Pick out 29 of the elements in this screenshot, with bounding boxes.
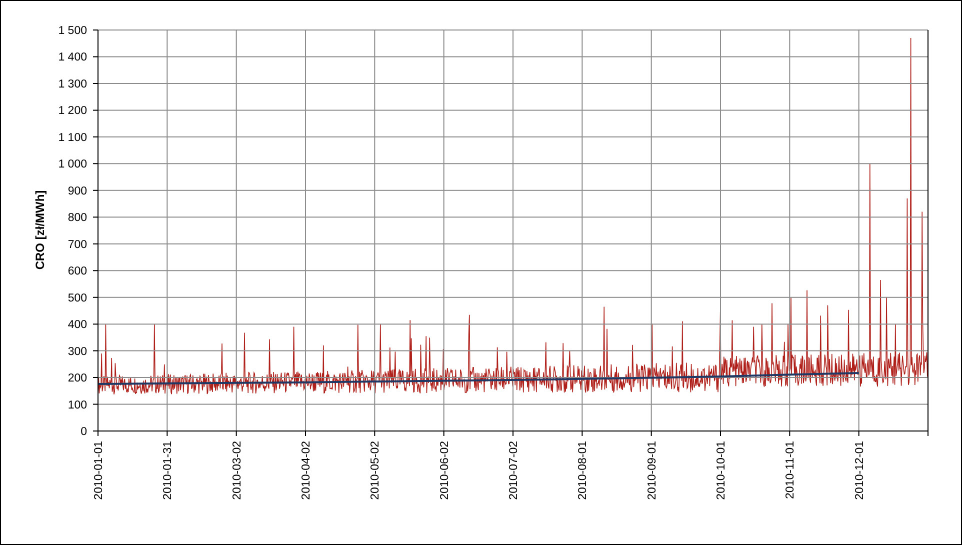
x-tick-label: 2010-01-31 xyxy=(162,441,174,500)
x-tick-label: 2010-01-01 xyxy=(93,441,105,500)
x-tick-label: 2010-08-01 xyxy=(577,441,590,500)
y-tick-label: 600 xyxy=(68,266,87,278)
y-tick-label: 1 400 xyxy=(58,52,87,64)
x-tick-label: 2010-03-02 xyxy=(231,441,244,500)
y-axis-title: CRO [zł/MWh] xyxy=(33,190,47,270)
y-tick-label: 1 000 xyxy=(58,158,87,171)
x-tick-label: 2010-04-02 xyxy=(300,441,312,500)
x-tick-label: 2010-06-02 xyxy=(438,441,451,500)
y-tick-label: 1 300 xyxy=(58,78,87,90)
y-tick-label: 100 xyxy=(68,399,87,412)
y-tick-label: 1 200 xyxy=(58,105,87,118)
x-tick-label: 2010-10-01 xyxy=(716,441,728,500)
x-tick-label: 2010-07-02 xyxy=(508,441,520,500)
y-tick-label: 500 xyxy=(68,292,87,304)
y-tick-label: 300 xyxy=(68,346,87,358)
y-tick-label: 700 xyxy=(68,238,87,251)
y-tick-label: 900 xyxy=(68,185,87,198)
y-tick-label: 200 xyxy=(68,372,87,385)
y-tick-label: 800 xyxy=(68,212,87,224)
y-tick-label: 1 500 xyxy=(58,25,87,37)
x-tick-label: 2010-05-02 xyxy=(370,441,382,500)
x-tick-label: 2010-09-01 xyxy=(646,441,658,500)
x-tick-label: 2010-11-01 xyxy=(784,441,797,499)
y-tick-label: 0 xyxy=(80,426,87,438)
y-tick-label: 1 100 xyxy=(58,132,87,144)
y-tick-label: 400 xyxy=(68,319,87,332)
x-tick-label: 2010-12-01 xyxy=(854,441,866,500)
